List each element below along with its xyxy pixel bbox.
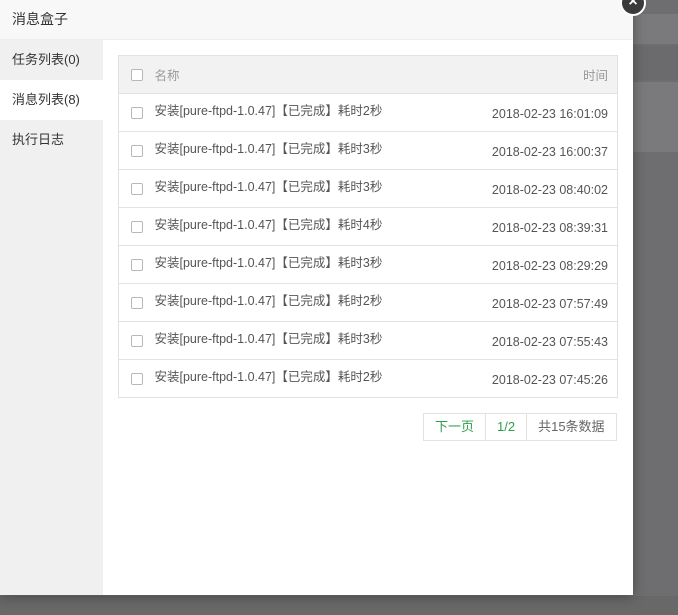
background-panel <box>632 82 678 152</box>
row-checkbox[interactable] <box>130 107 143 120</box>
column-header-time: 时间 <box>582 69 608 83</box>
message-name: 安装[pure-ftpd-1.0.47]【已完成】耗时2秒 <box>154 104 383 118</box>
message-name: 安装[pure-ftpd-1.0.47]【已完成】耗时3秒 <box>154 180 383 194</box>
table-row: 安装[pure-ftpd-1.0.47]【已完成】耗时3秒 2018-02-23… <box>118 169 618 208</box>
message-table: 名称 时间 安装[pure-ftpd-1.0.47]【已完成】耗时2秒 2018… <box>118 55 618 398</box>
background-panel <box>632 14 678 44</box>
row-checkbox[interactable] <box>130 297 143 310</box>
message-name: 安装[pure-ftpd-1.0.47]【已完成】耗时3秒 <box>154 256 383 270</box>
row-checkbox[interactable] <box>130 183 143 196</box>
row-checkbox[interactable] <box>130 221 143 234</box>
pagination: 下一页 1/2 共15条数据 <box>423 413 617 441</box>
message-box-dialog: 消息盒子 任务列表(0) 消息列表(8) 执行日志 名称 时间 安装[pure-… <box>0 0 633 595</box>
sidebar-item-tasks[interactable]: 任务列表(0) <box>0 40 103 80</box>
row-checkbox[interactable] <box>130 145 143 158</box>
row-checkbox[interactable] <box>130 335 143 348</box>
current-page-indicator: 1/2 <box>485 414 526 440</box>
background-panel <box>0 596 678 615</box>
total-count-label: 共15条数据 <box>526 414 615 440</box>
table-row: 安装[pure-ftpd-1.0.47]【已完成】耗时3秒 2018-02-23… <box>118 321 618 360</box>
message-time: 2018-02-23 08:39:31 <box>491 220 608 235</box>
select-all-checkbox[interactable] <box>130 69 143 82</box>
message-time: 2018-02-23 16:00:37 <box>491 144 608 159</box>
table-row: 安装[pure-ftpd-1.0.47]【已完成】耗时4秒 2018-02-23… <box>118 207 618 246</box>
column-header-name: 名称 <box>154 69 180 83</box>
dialog-sidebar: 任务列表(0) 消息列表(8) 执行日志 <box>0 40 103 595</box>
message-name: 安装[pure-ftpd-1.0.47]【已完成】耗时2秒 <box>154 294 383 308</box>
sidebar-item-messages[interactable]: 消息列表(8) <box>0 80 103 120</box>
message-time: 2018-02-23 07:57:49 <box>491 296 608 311</box>
table-row: 安装[pure-ftpd-1.0.47]【已完成】耗时3秒 2018-02-23… <box>118 245 618 284</box>
sidebar-item-logs[interactable]: 执行日志 <box>0 120 103 160</box>
table-row: 安装[pure-ftpd-1.0.47]【已完成】耗时2秒 2018-02-23… <box>118 359 618 398</box>
row-checkbox[interactable] <box>130 259 143 272</box>
table-header-row: 名称 时间 <box>118 55 618 94</box>
next-page-button[interactable]: 下一页 <box>424 414 485 440</box>
dialog-title: 消息盒子 <box>0 0 633 40</box>
background-panel <box>632 46 678 80</box>
message-time: 2018-02-23 07:45:26 <box>491 372 608 387</box>
message-name: 安装[pure-ftpd-1.0.47]【已完成】耗时2秒 <box>154 370 383 384</box>
message-name: 安装[pure-ftpd-1.0.47]【已完成】耗时4秒 <box>154 218 383 232</box>
table-row: 安装[pure-ftpd-1.0.47]【已完成】耗时2秒 2018-02-23… <box>118 283 618 322</box>
message-time: 2018-02-23 07:55:43 <box>491 334 608 349</box>
message-name: 安装[pure-ftpd-1.0.47]【已完成】耗时3秒 <box>154 332 383 346</box>
message-name: 安装[pure-ftpd-1.0.47]【已完成】耗时3秒 <box>154 142 383 156</box>
message-time: 2018-02-23 08:40:02 <box>491 182 608 197</box>
table-row: 安装[pure-ftpd-1.0.47]【已完成】耗时2秒 2018-02-23… <box>118 93 618 132</box>
table-row: 安装[pure-ftpd-1.0.47]【已完成】耗时3秒 2018-02-23… <box>118 131 618 170</box>
message-list-panel: 名称 时间 安装[pure-ftpd-1.0.47]【已完成】耗时2秒 2018… <box>118 55 618 441</box>
row-checkbox[interactable] <box>130 373 143 386</box>
message-time: 2018-02-23 08:29:29 <box>491 258 608 273</box>
message-time: 2018-02-23 16:01:09 <box>491 106 608 121</box>
